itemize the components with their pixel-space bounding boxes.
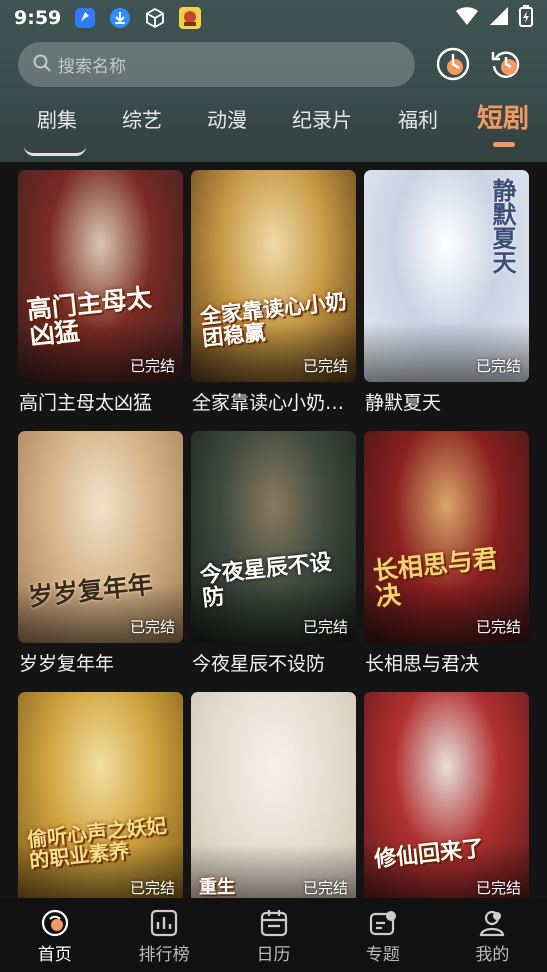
tab-variety[interactable]: 综艺: [122, 104, 162, 133]
refresh-button[interactable]: [488, 46, 524, 82]
status-badge: 已完结: [475, 357, 521, 375]
search-placeholder: 搜索名称: [58, 57, 126, 77]
poster-image: 静默夏天 已完结: [364, 170, 529, 382]
drama-grid: 高门主母太凶猛 已完结 高门主母太凶猛 全家靠读心小奶团稳赢 已完结 全家靠读心…: [0, 162, 547, 898]
nav-home[interactable]: 首页: [0, 898, 109, 972]
status-bar: 9:59: [0, 0, 547, 36]
wifi-icon: [455, 6, 479, 30]
poster-image: 今夜星辰不设防 已完结: [191, 431, 356, 643]
poster-image: 岁岁复年年 已完结: [18, 431, 183, 643]
nav-label: 我的: [475, 945, 510, 965]
status-badge: 已完结: [302, 357, 348, 375]
nav-calendar[interactable]: 日历: [219, 898, 328, 972]
pull-refresh-handle: [24, 146, 86, 156]
poster-image: 重生 已完结: [191, 692, 356, 898]
game-app-icon: [178, 6, 202, 30]
drama-title: 今夜星辰不设防: [192, 653, 326, 675]
status-time: 9:59: [14, 7, 62, 29]
category-tabs: 剧集 综艺 动漫 纪录片 福利 短剧: [0, 96, 547, 146]
nav-topics[interactable]: 专题: [328, 898, 437, 972]
nav-label: 专题: [365, 945, 400, 965]
tab-series[interactable]: 剧集: [37, 104, 77, 133]
refresh-icon: [488, 51, 524, 86]
poster-title-art: 静默夏天: [488, 178, 517, 274]
history-button[interactable]: [435, 46, 471, 82]
status-badge: 已完结: [475, 618, 521, 636]
download-icon: [108, 6, 132, 30]
history-icon: [435, 47, 471, 86]
status-badge: 已完结: [302, 618, 348, 636]
status-badge: 已完结: [129, 357, 175, 375]
poster-image: 长相思与君决 已完结: [364, 431, 529, 643]
cellular-signal-icon: [489, 6, 509, 30]
tab-welfare[interactable]: 福利: [398, 104, 438, 133]
tab-anime[interactable]: 动漫: [207, 104, 247, 133]
drama-title: 静默夏天: [365, 392, 442, 414]
home-icon: [40, 908, 70, 938]
tab-documentary[interactable]: 纪录片: [292, 104, 352, 133]
drama-title: 高门主母太凶猛: [19, 392, 153, 414]
nav-label: 日历: [256, 945, 291, 965]
nav-label: 首页: [37, 945, 72, 965]
poster-image: 全家靠读心小奶团稳赢 已完结: [191, 170, 356, 382]
drama-title: 岁岁复年年: [19, 653, 115, 675]
battery-charging-icon: [519, 5, 533, 31]
status-badge: 已完结: [302, 879, 348, 897]
search-input[interactable]: 搜索名称: [18, 42, 415, 87]
tab-short-drama[interactable]: 短剧: [477, 98, 529, 135]
poster-image: 偷听心声之妖妃的职业素养 已完结: [18, 692, 183, 898]
status-badge: 已完结: [129, 618, 175, 636]
poster-image: 修仙回来了 已完结: [364, 692, 529, 898]
drama-title: 长相思与君决: [365, 653, 480, 675]
active-tab-indicator: [493, 142, 515, 147]
search-icon: [32, 53, 52, 77]
nav-ranking[interactable]: 排行榜: [109, 898, 218, 972]
bottom-navigation: 首页 排行榜 日历 专题 我的: [0, 898, 547, 972]
status-badge: 已完结: [475, 879, 521, 897]
cube-icon: [143, 6, 167, 30]
poster-image: 高门主母太凶猛 已完结: [18, 170, 183, 382]
status-badge: 已完结: [129, 879, 175, 897]
topics-icon: [368, 908, 398, 938]
ranking-icon: [149, 908, 179, 938]
nav-profile[interactable]: 我的: [438, 898, 547, 972]
nav-label: 排行榜: [138, 945, 190, 965]
calendar-icon: [259, 908, 289, 938]
drama-title: 全家靠读心小奶团稳赢: [192, 392, 357, 414]
profile-icon: [477, 908, 507, 938]
pin-app-icon: [73, 6, 97, 30]
